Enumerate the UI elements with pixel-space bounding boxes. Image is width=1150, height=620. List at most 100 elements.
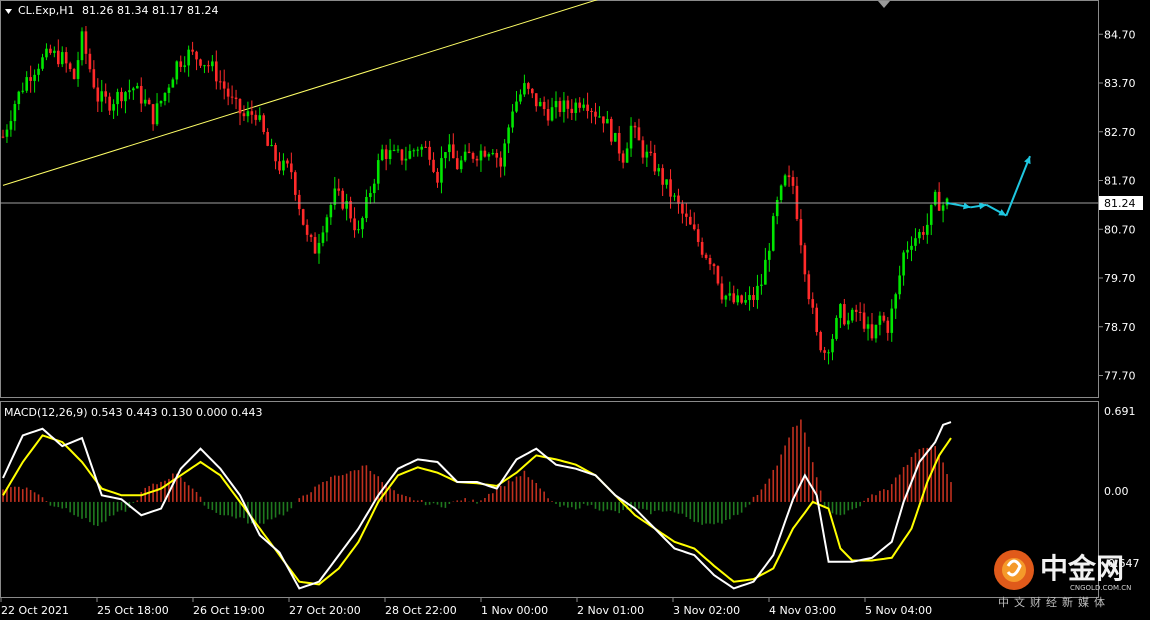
candle-body	[910, 245, 913, 250]
macd-zero-tick: 0.00	[1104, 485, 1129, 498]
candle-body	[258, 115, 262, 120]
candle-body	[531, 88, 534, 94]
candle-body	[179, 61, 183, 67]
candle-body	[124, 92, 127, 102]
scroll-shift-marker-icon[interactable]	[878, 1, 890, 8]
candle-body	[791, 177, 795, 186]
candle-body	[941, 205, 945, 211]
candle-body	[728, 293, 732, 296]
time-tick-label: 3 Nov 02:00	[673, 604, 740, 617]
candle-body	[574, 102, 578, 114]
candle-body	[542, 101, 546, 110]
candle-body	[234, 97, 238, 100]
time-tick-label: 1 Nov 00:00	[481, 604, 548, 617]
candle-body	[53, 50, 56, 53]
candle-body	[827, 352, 830, 354]
time-tick-label: 28 Oct 22:00	[385, 604, 457, 617]
candle-body	[843, 304, 846, 325]
candle-body	[720, 283, 724, 300]
candle-body	[108, 96, 111, 111]
candle-body	[349, 201, 352, 219]
chart-menu-triangle-icon[interactable]	[5, 9, 12, 14]
candle-body	[641, 140, 645, 158]
candle-body	[211, 61, 214, 67]
candle-body	[744, 300, 747, 303]
candle-body	[329, 205, 333, 218]
candle-body	[104, 91, 107, 97]
candle-body	[120, 91, 123, 102]
macd-label: MACD(12,26,9) 0.543 0.443 0.130 0.000 0.…	[4, 406, 262, 419]
time-tick-label: 4 Nov 03:00	[769, 604, 836, 617]
trading-chart[interactable]: CL.Exp,H1 81.26 81.34 81.17 81.24 84.70 8…	[0, 0, 1150, 620]
price-tick-label: 78.70	[1104, 321, 1136, 334]
candle-body	[64, 52, 68, 64]
candle-body	[570, 108, 574, 114]
candle-body	[230, 96, 234, 98]
candle-body	[459, 160, 463, 170]
candle-body	[116, 91, 119, 105]
candle-body	[100, 91, 104, 102]
candle-body	[376, 160, 380, 184]
candle-body	[17, 91, 21, 105]
candle-body	[203, 65, 206, 67]
candle-body	[831, 338, 834, 353]
candle-body	[282, 160, 285, 171]
candle-body	[562, 100, 566, 113]
candle-body	[922, 232, 925, 235]
candle-body	[49, 48, 52, 53]
candle-body	[479, 150, 483, 161]
candle-body	[270, 145, 273, 147]
candle-body	[578, 102, 581, 108]
candle-body	[424, 146, 427, 148]
candle-body	[538, 101, 542, 107]
candles-layer	[1, 26, 949, 365]
candle-body	[325, 217, 329, 233]
candle-body	[511, 111, 514, 128]
price-tick-label: 84.70	[1104, 28, 1136, 41]
candle-body	[613, 132, 617, 142]
candle-body	[88, 53, 92, 70]
candle-body	[708, 258, 712, 265]
candle-body	[775, 199, 779, 217]
candle-body	[700, 241, 704, 255]
candle-body	[752, 295, 755, 300]
candle-body	[495, 152, 499, 158]
candle-body	[432, 159, 435, 172]
candle-body	[558, 101, 562, 113]
candle-body	[33, 74, 36, 81]
candle-body	[685, 213, 688, 217]
candle-body	[886, 320, 890, 333]
price-tick-label: 79.70	[1104, 272, 1136, 285]
candle-body	[858, 311, 862, 313]
candle-body	[139, 85, 143, 104]
candle-body	[428, 146, 431, 160]
candle-body	[57, 50, 60, 65]
candle-body	[392, 149, 396, 151]
candle-body	[9, 121, 13, 130]
candle-body	[661, 168, 664, 185]
candle-body	[499, 157, 502, 167]
candle-body	[764, 259, 767, 285]
candle-body	[590, 110, 593, 112]
candle-body	[373, 183, 376, 194]
candle-body	[452, 144, 455, 159]
candle-body	[483, 150, 487, 157]
candle-body	[147, 99, 151, 105]
time-tick-label: 22 Oct 2021	[1, 604, 69, 617]
candle-body	[724, 295, 728, 300]
price-tick-label: 83.70	[1104, 77, 1136, 90]
candle-body	[929, 204, 933, 225]
candle-body	[823, 350, 826, 353]
candle-body	[610, 118, 613, 142]
time-tick-label: 25 Oct 18:00	[97, 604, 169, 617]
candle-body	[669, 179, 672, 197]
candle-body	[582, 104, 585, 108]
candle-body	[408, 150, 412, 159]
candle-body	[159, 100, 163, 104]
candle-body	[1, 136, 5, 138]
candle-body	[625, 148, 629, 163]
candle-body	[554, 101, 558, 108]
candle-body	[254, 114, 258, 120]
candle-body	[222, 81, 226, 89]
candle-body	[420, 146, 423, 150]
